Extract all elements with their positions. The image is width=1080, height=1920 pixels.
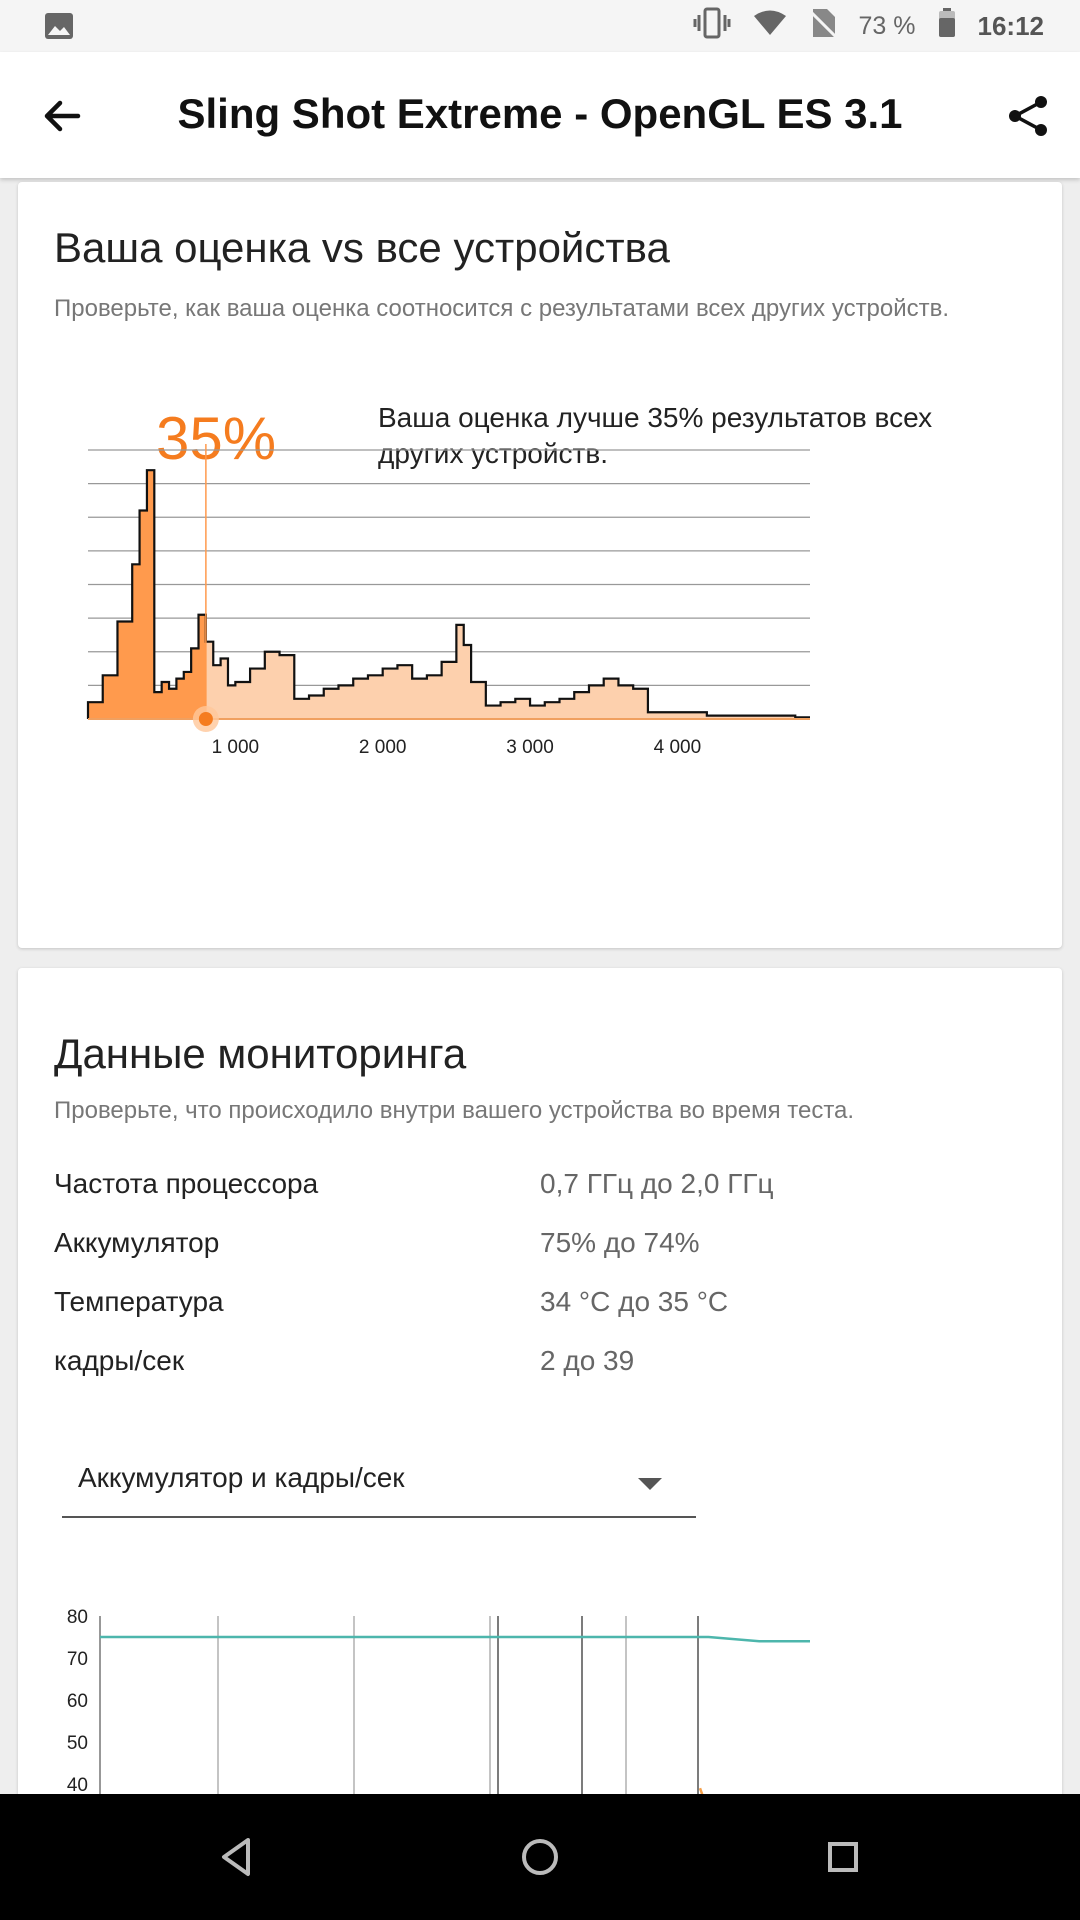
monitoring-line-chart: 807060504030est 1est 2st	[67, 1607, 810, 1798]
nav-recents-icon[interactable]	[818, 1832, 868, 1882]
nav-home-icon[interactable]	[515, 1832, 565, 1882]
status-bar: 73 % 16:12	[0, 0, 1080, 52]
back-arrow-icon[interactable]	[38, 92, 86, 140]
y-tick-label: 50	[67, 1733, 88, 1754]
system-nav-bar	[0, 1794, 1080, 1920]
x-tick-label: 1 000	[212, 737, 260, 758]
no-sim-icon	[808, 7, 837, 46]
wifi-icon	[753, 9, 787, 44]
x-tick-label: 4 000	[654, 737, 702, 758]
score-marker-dot	[198, 712, 213, 726]
y-tick-label: 70	[67, 1649, 88, 1670]
nav-back-icon[interactable]	[212, 1832, 262, 1882]
page-title: Sling Shot Extreme - OpenGL ES 3.1	[177, 90, 903, 137]
monitoring-card: Данные мониторинга Проверьте, что происх…	[18, 968, 1062, 1798]
y-tick-label: 60	[67, 1691, 88, 1712]
share-icon[interactable]	[1004, 92, 1052, 140]
vibrate-icon	[693, 7, 731, 46]
score-distribution-chart: 1 000 2 000 3 000 4 000	[86, 444, 810, 758]
x-tick-label: 2 000	[359, 737, 407, 758]
x-tick-label: 3 000	[506, 737, 554, 758]
battery-icon	[938, 7, 956, 45]
app-bar: Sling Shot Extreme - OpenGL ES 3.1	[0, 52, 1080, 178]
battery-series-line	[100, 1635, 810, 1643]
y-tick-label: 80	[67, 1607, 88, 1628]
gallery-notification-icon	[44, 12, 74, 47]
battery-percent: 73 %	[858, 11, 916, 40]
clock: 16:12	[977, 10, 1045, 41]
score-comparison-card: Ваша оценка vs все устройства Проверьте,…	[18, 182, 1062, 948]
y-tick-label: 40	[67, 1775, 88, 1796]
